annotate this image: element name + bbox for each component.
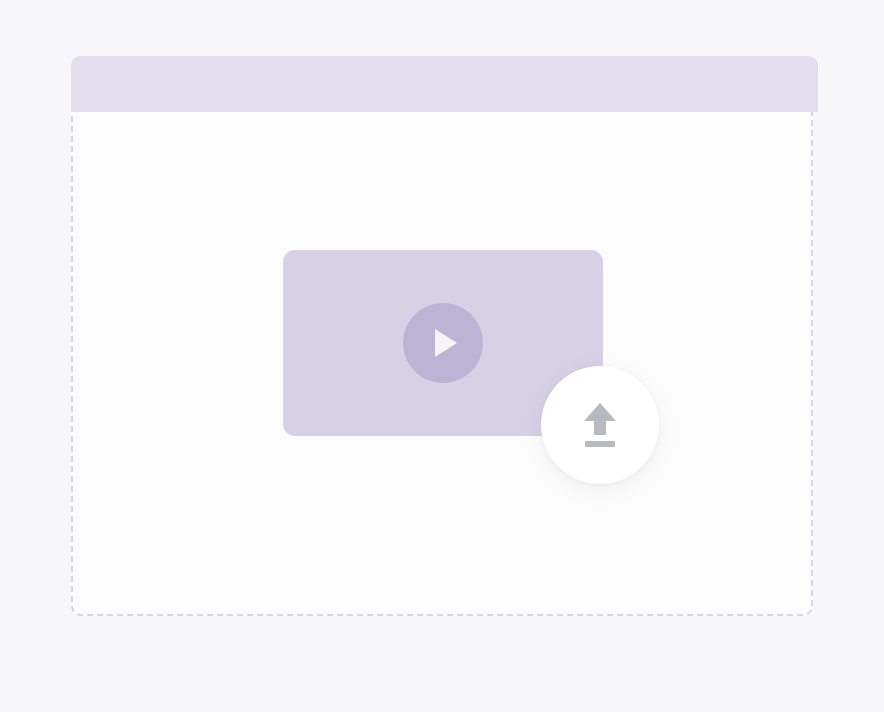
play-icon	[435, 329, 457, 357]
upload-icon	[584, 403, 616, 447]
upload-dropzone[interactable]	[71, 56, 813, 616]
window-header-bar	[71, 56, 818, 112]
upload-button[interactable]	[541, 366, 659, 484]
play-button[interactable]	[403, 303, 483, 383]
